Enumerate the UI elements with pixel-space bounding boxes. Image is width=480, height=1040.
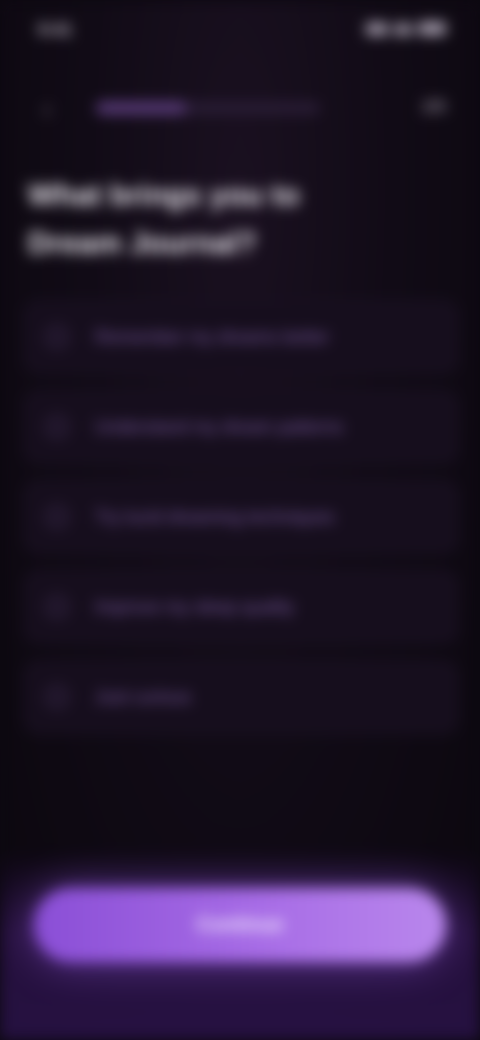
battery-icon bbox=[418, 22, 446, 35]
question-title: What brings you to Dream Journal? bbox=[28, 179, 300, 260]
cellular-signal-icon bbox=[366, 22, 388, 35]
status-time: 9:41 bbox=[38, 20, 73, 39]
option-label: Improve my sleep quality bbox=[95, 597, 295, 617]
option-label: Just curious bbox=[95, 687, 192, 707]
status-icons bbox=[366, 22, 446, 35]
back-button[interactable]: ‹ bbox=[28, 90, 66, 128]
option-item[interactable]: Improve my sleep quality bbox=[24, 570, 458, 644]
wifi-icon bbox=[394, 22, 412, 35]
option-item[interactable]: Try lucid dreaming techniques bbox=[24, 480, 458, 554]
radio-icon bbox=[45, 505, 69, 529]
options-list: Remember my dreams better Understand my … bbox=[24, 300, 458, 750]
radio-icon bbox=[45, 325, 69, 349]
progress-fill bbox=[96, 102, 186, 114]
option-label: Understand my dream patterns bbox=[95, 417, 344, 437]
radio-icon bbox=[45, 685, 69, 709]
chevron-left-icon: ‹ bbox=[42, 93, 52, 124]
option-label: Try lucid dreaming techniques bbox=[95, 507, 335, 527]
radio-icon bbox=[45, 595, 69, 619]
option-item[interactable]: Remember my dreams better bbox=[24, 300, 458, 374]
option-item[interactable]: Just curious bbox=[24, 660, 458, 734]
screen: 9:41 ‹ 2/5 What brings you to Dream Jour… bbox=[0, 0, 480, 1040]
radio-icon bbox=[45, 415, 69, 439]
status-bar: 9:41 bbox=[0, 0, 480, 60]
option-label: Remember my dreams better bbox=[95, 327, 330, 347]
step-counter: 2/5 bbox=[422, 97, 446, 116]
onboarding-header: ‹ 2/5 bbox=[0, 80, 480, 136]
continue-button[interactable]: Continue bbox=[34, 888, 446, 962]
progress-bar bbox=[96, 102, 320, 114]
option-item[interactable]: Understand my dream patterns bbox=[24, 390, 458, 464]
